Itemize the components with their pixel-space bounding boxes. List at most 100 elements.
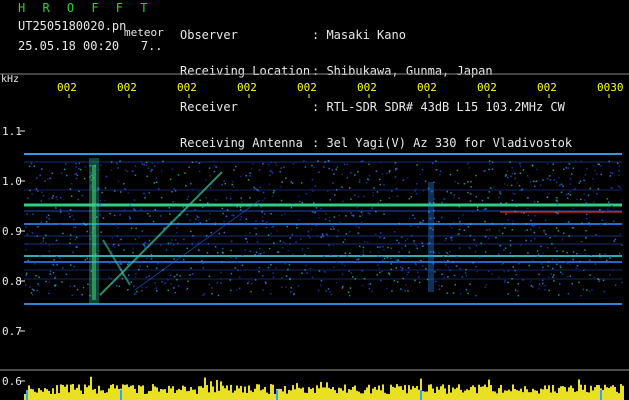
noise-dot [545, 233, 547, 235]
noise-dot [483, 208, 486, 211]
noise-dot [231, 214, 233, 217]
level-bar [438, 389, 440, 400]
level-bar [334, 390, 336, 400]
noise-dot [265, 226, 268, 229]
noise-dot [594, 169, 596, 172]
noise-dot [221, 261, 224, 263]
noise-dot [546, 196, 549, 199]
noise-dot [135, 227, 137, 230]
noise-dot [141, 286, 143, 289]
level-bar [258, 384, 260, 400]
noise-dot [377, 246, 379, 248]
noise-dot [613, 220, 615, 222]
noise-dot [172, 201, 174, 203]
level-bar [32, 389, 34, 400]
noise-dot [349, 287, 352, 289]
level-bar [94, 388, 96, 400]
noise-dot [290, 206, 293, 209]
noise-dot [154, 209, 156, 211]
level-bar [332, 387, 334, 400]
noise-dot [141, 290, 143, 292]
noise-dot [230, 249, 232, 252]
noise-dot [152, 220, 155, 223]
noise-dot [170, 283, 173, 285]
noise-dot [378, 251, 380, 253]
noise-dot [220, 282, 222, 284]
noise-dot [418, 281, 421, 284]
noise-dot [456, 256, 458, 258]
noise-dot [435, 160, 437, 162]
noise-dot [518, 262, 520, 265]
noise-dot [469, 283, 471, 285]
noise-dot [400, 266, 402, 268]
noise-dot [499, 192, 502, 195]
level-bar [100, 390, 102, 400]
noise-dot [600, 223, 602, 226]
noise-dot [234, 267, 236, 269]
level-bar [254, 388, 256, 400]
level-bar [278, 388, 280, 400]
noise-dot [377, 264, 379, 266]
level-bar [582, 389, 584, 400]
noise-dot [191, 273, 194, 275]
noise-dot [333, 266, 335, 268]
level-bar [596, 384, 598, 400]
noise-dot [313, 166, 315, 169]
noise-dot [325, 290, 327, 292]
noise-dot [468, 246, 470, 249]
noise-dot [569, 275, 571, 277]
noise-dot [590, 254, 593, 256]
noise-dot [616, 162, 619, 164]
level-bar [360, 393, 362, 400]
noise-dot [572, 258, 574, 261]
level-bar [36, 392, 38, 400]
noise-dot [151, 162, 154, 164]
noise-dot [29, 286, 31, 288]
noise-dot [205, 179, 207, 181]
noise-dot [383, 213, 385, 215]
noise-dot [194, 209, 196, 211]
level-bar [228, 390, 230, 400]
noise-dot [401, 267, 404, 270]
noise-dot [39, 174, 41, 176]
noise-dot [463, 183, 466, 185]
noise-dot [247, 179, 250, 181]
level-bar [292, 385, 294, 400]
noise-dot [213, 170, 215, 173]
level-bar [446, 393, 448, 400]
noise-dot [36, 235, 39, 237]
noise-dot [472, 262, 474, 264]
noise-dot [579, 260, 581, 263]
level-bar [296, 383, 298, 400]
noise-dot [365, 181, 368, 184]
noise-dot [452, 261, 454, 263]
noise-dot [202, 262, 204, 265]
noise-dot [298, 200, 301, 203]
noise-dot [328, 167, 330, 170]
noise-dot [408, 197, 411, 200]
noise-dot [261, 211, 263, 213]
level-bar [542, 389, 544, 400]
noise-dot [209, 175, 211, 177]
noise-dot [75, 166, 78, 168]
noise-dot [187, 195, 190, 198]
level-marker [420, 390, 422, 400]
noise-dot [119, 259, 121, 262]
noise-dot [357, 171, 359, 173]
noise-dot [606, 259, 608, 262]
noise-dot [271, 172, 274, 174]
noise-dot [140, 161, 142, 163]
level-bar [606, 387, 608, 400]
noise-dot [190, 230, 192, 233]
noise-dot [311, 276, 314, 279]
noise-dot [378, 267, 381, 269]
noise-dot [608, 160, 610, 163]
meteor-echo-core [92, 165, 96, 300]
noise-dot [124, 169, 127, 172]
noise-dot [238, 287, 241, 290]
noise-dot [119, 160, 121, 162]
noise-dot [618, 185, 620, 188]
noise-dot [75, 236, 78, 239]
noise-dot [338, 214, 340, 217]
noise-dot [259, 186, 262, 189]
